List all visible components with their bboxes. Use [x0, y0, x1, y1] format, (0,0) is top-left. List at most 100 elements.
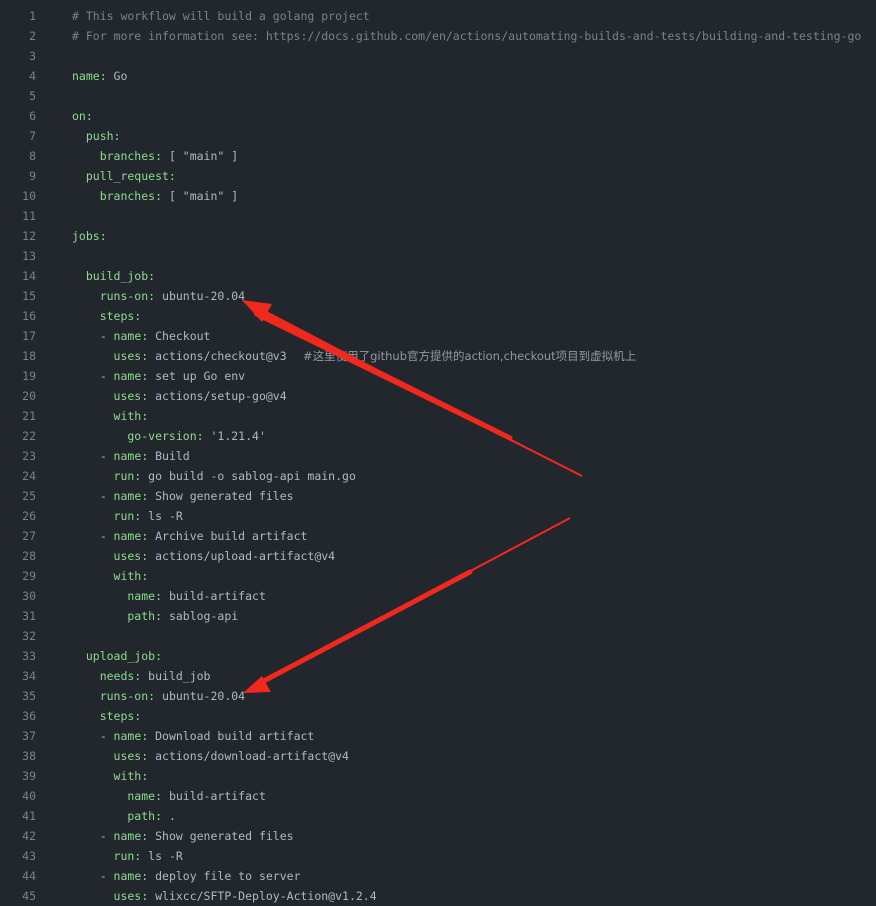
list-dash: - — [72, 729, 114, 743]
yaml-value: Go — [106, 69, 128, 83]
comment-text: # This workflow will build a golang proj… — [72, 9, 370, 23]
line-number: 8 — [29, 149, 36, 163]
yaml-key: name: — [72, 69, 107, 83]
code-line-25: 25 - name: Show generated files — [0, 486, 876, 506]
code-line-12: 12 jobs: — [0, 226, 876, 246]
code-line-5: 5 — [0, 86, 876, 106]
line-number: 30 — [22, 589, 36, 603]
yaml-key: name: — [113, 449, 149, 463]
line-number: 44 — [22, 869, 36, 883]
code-line-30: 30 name: build-artifact — [0, 586, 876, 606]
yaml-key: jobs: — [72, 229, 107, 243]
code-line-8: 8 branches: [ "main" ] — [0, 146, 876, 166]
comment-text: # For more information see: https://docs… — [72, 29, 862, 43]
line-number: 10 — [22, 189, 36, 203]
code-line-31: 31 path: sablog-api — [0, 606, 876, 626]
line-number: 45 — [22, 889, 36, 903]
yaml-value: . — [162, 809, 176, 823]
code-line-23: 23 - name: Build — [0, 446, 876, 466]
code-line-18: 18 uses: actions/checkout@v3 #这里使用了github… — [0, 346, 876, 366]
yaml-value: actions/upload-artifact@v4 — [148, 549, 336, 563]
yaml-key: with: — [72, 569, 149, 583]
line-number: 17 — [22, 329, 36, 343]
yaml-key: uses: — [72, 349, 149, 363]
yaml-key: runs-on: — [72, 289, 156, 303]
code-line-32: 32 — [0, 626, 876, 646]
code-line-4: 4 name: Go — [0, 66, 876, 86]
code-line-21: 21 with: — [0, 406, 876, 426]
line-number: 42 — [22, 829, 36, 843]
yaml-key: on: — [72, 109, 93, 123]
code-line-28: 28 uses: actions/upload-artifact@v4 — [0, 546, 876, 566]
yaml-key: name: — [113, 729, 149, 743]
code-line-42: 42 - name: Show generated files — [0, 826, 876, 846]
yaml-key: name: — [113, 329, 149, 343]
line-number: 26 — [22, 509, 36, 523]
yaml-key: branches: — [72, 149, 163, 163]
code-line-2: 2 # For more information see: https://doc… — [0, 26, 876, 46]
line-number: 27 — [22, 529, 36, 543]
list-dash: - — [72, 869, 114, 883]
line-number: 15 — [22, 289, 36, 303]
code-line-34: 34 needs: build_job — [0, 666, 876, 686]
line-number: 11 — [22, 209, 36, 223]
line-number: 25 — [22, 489, 36, 503]
yaml-key: name: — [113, 489, 149, 503]
line-number: 21 — [22, 409, 36, 423]
yaml-key: steps: — [72, 709, 142, 723]
yaml-key: go-version: — [72, 429, 204, 443]
yaml-value: ubuntu-20.04 — [155, 289, 246, 303]
code-line-22: 22 go-version: '1.21.4' — [0, 426, 876, 446]
code-line-1: 1 # This workflow will build a golang pro… — [0, 6, 876, 26]
code-line-29: 29 with: — [0, 566, 876, 586]
yaml-value: actions/download-artifact@v4 — [148, 749, 349, 763]
yaml-key: name: — [113, 869, 149, 883]
code-line-15: 15 runs-on: ubuntu-20.04 — [0, 286, 876, 306]
list-dash: - — [72, 489, 114, 503]
line-number: 18 — [22, 349, 36, 363]
yaml-key: path: — [72, 609, 163, 623]
line-number: 16 — [22, 309, 36, 323]
line-number: 43 — [22, 849, 36, 863]
code-line-36: 36 steps: — [0, 706, 876, 726]
yaml-value: actions/checkout@v3 — [148, 349, 287, 363]
line-number: 9 — [29, 169, 36, 183]
yaml-value: Download build artifact — [148, 729, 315, 743]
yaml-key: branches: — [72, 189, 163, 203]
yaml-key: run: — [72, 469, 142, 483]
code-line-19: 19 - name: set up Go env — [0, 366, 876, 386]
code-lines: 1 # This workflow will build a golang pro… — [0, 6, 876, 906]
list-dash: - — [72, 369, 114, 383]
code-editor: 1 # This workflow will build a golang pro… — [0, 0, 876, 903]
inline-comment: #这里使用了github官方提供的action,checkout项目到虚拟机上 — [303, 349, 637, 363]
line-number: 12 — [22, 229, 36, 243]
code-line-16: 16 steps: — [0, 306, 876, 326]
line-number: 35 — [22, 689, 36, 703]
yaml-key: name: — [113, 529, 149, 543]
line-number: 38 — [22, 749, 36, 763]
yaml-value: set up Go env — [148, 369, 246, 383]
yaml-key: steps: — [72, 309, 142, 323]
line-number: 34 — [22, 669, 36, 683]
yaml-key: with: — [72, 409, 149, 423]
yaml-key: needs: — [72, 669, 142, 683]
code-line-14: 14 build_job: — [0, 266, 876, 286]
list-dash: - — [72, 329, 114, 343]
list-dash: - — [72, 529, 114, 543]
code-line-6: 6 on: — [0, 106, 876, 126]
yaml-key: build_job: — [72, 269, 156, 283]
code-line-40: 40 name: build-artifact — [0, 786, 876, 806]
yaml-key: push: — [72, 129, 121, 143]
line-number: 5 — [29, 89, 36, 103]
yaml-key: name: — [113, 829, 149, 843]
code-line-24: 24 run: go build -o sablog-api main.go — [0, 466, 876, 486]
code-line-45: 45 uses: wlixcc/SFTP-Deploy-Action@v1.2.… — [0, 886, 876, 906]
yaml-key: upload_job: — [72, 649, 163, 663]
code-line-37: 37 - name: Download build artifact — [0, 726, 876, 746]
yaml-value: wlixcc/SFTP-Deploy-Action@v1.2.4 — [148, 889, 377, 903]
code-line-17: 17 - name: Checkout — [0, 326, 876, 346]
yaml-value: Checkout — [148, 329, 211, 343]
list-dash: - — [72, 829, 114, 843]
line-number: 36 — [22, 709, 36, 723]
yaml-key: uses: — [72, 749, 149, 763]
